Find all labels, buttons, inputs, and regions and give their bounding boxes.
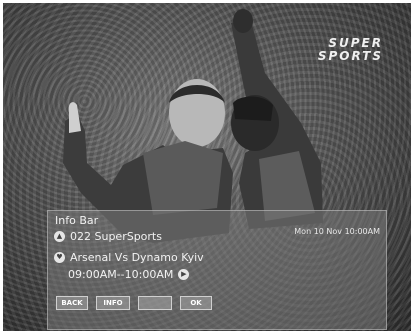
up-arrow-icon: ▲ xyxy=(54,231,65,242)
logo-line-2: SPORTS xyxy=(317,49,383,63)
blank-button[interactable] xyxy=(138,296,172,310)
back-button[interactable]: BACK xyxy=(56,296,88,310)
info-bar-title: Info Bar xyxy=(55,214,99,227)
right-arrow-icon[interactable]: ▶ xyxy=(178,269,190,280)
info-button[interactable]: INFO xyxy=(96,296,130,310)
info-bar-panel: Info Bar Mon 10 Nov 10:00AM ▲ 022 SuperS… xyxy=(47,210,387,330)
button-bar: BACK INFO OK xyxy=(56,296,212,310)
channel-name: 022 SuperSports xyxy=(70,230,162,243)
program-time: 09:00AM--10:00AM xyxy=(68,268,174,281)
channel-logo: SUPER SPORTS xyxy=(318,37,383,63)
time-row: 09:00AM--10:00AM ▶ xyxy=(68,268,190,281)
program-row: ♥ Arsenal Vs Dynamo Kyiv xyxy=(54,251,204,264)
heart-icon: ♥ xyxy=(54,252,65,263)
tv-screen: SUPER SPORTS Info Bar Mon 10 Nov 10:00AM… xyxy=(3,3,411,331)
ok-button[interactable]: OK xyxy=(180,296,212,310)
channel-row: ▲ 022 SuperSports xyxy=(54,230,162,243)
program-title: Arsenal Vs Dynamo Kyiv xyxy=(70,251,204,264)
date-time: Mon 10 Nov 10:00AM xyxy=(294,227,380,236)
